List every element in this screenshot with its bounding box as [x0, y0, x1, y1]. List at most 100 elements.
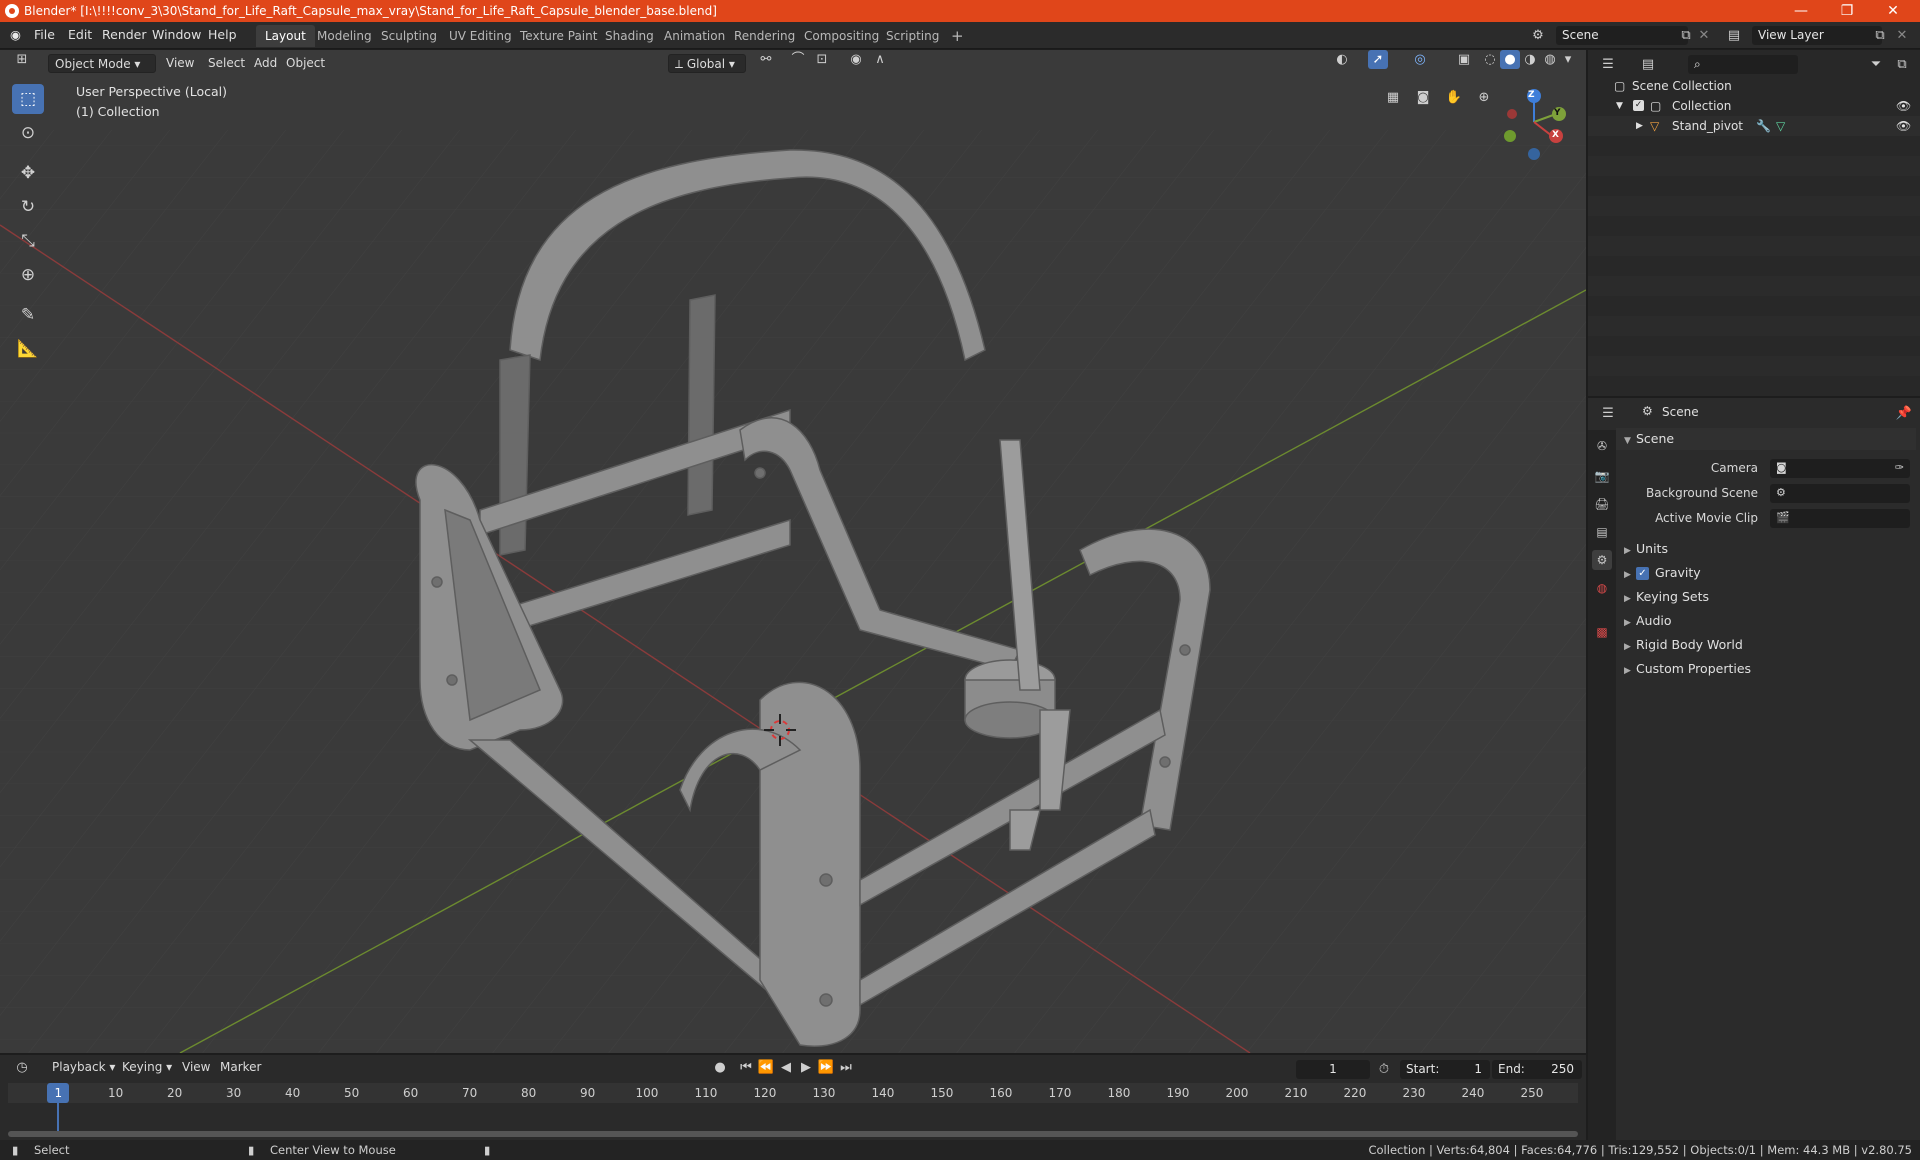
stopwatch-icon[interactable]: ⏱	[1374, 1060, 1394, 1079]
snap-icon[interactable]: ⌒	[788, 50, 808, 69]
playback-menu[interactable]: Playback ▾	[52, 1060, 115, 1074]
jump-end-icon[interactable]: ⏭	[836, 1058, 856, 1077]
tab-compositing[interactable]: Compositing	[795, 25, 888, 47]
properties-editor-type-icon[interactable]: ☰	[1598, 404, 1618, 423]
tab-uv-editing[interactable]: UV Editing	[440, 25, 521, 47]
scene-icon[interactable]: ⚙	[1528, 26, 1548, 45]
outliner-row-collection[interactable]: ▼ ✓ ▢ Collection 👁	[1588, 96, 1920, 116]
restore-button[interactable]: ❐	[1824, 0, 1870, 22]
start-frame-field[interactable]: Start: 1	[1400, 1060, 1490, 1079]
timeline-view-menu[interactable]: View	[182, 1060, 210, 1074]
toggle-camera-view-icon[interactable]: ▦	[1383, 88, 1403, 107]
outliner-editor-type-icon[interactable]: ☰	[1598, 55, 1618, 74]
xray-icon[interactable]: ▣	[1454, 50, 1474, 69]
tab-layout[interactable]: Layout	[256, 25, 315, 47]
keying-sets-panel[interactable]: ▶ Keying Sets	[1616, 586, 1916, 608]
jump-keyframe-forward-icon[interactable]: ⏩	[816, 1058, 836, 1077]
outliner-row-stand-pivot[interactable]: ▶ ▽ Stand_pivot 🔧 ▽ 👁	[1588, 116, 1920, 136]
add-workspace-button[interactable]: +	[942, 25, 973, 47]
world-tab-icon[interactable]: ◍	[1592, 578, 1612, 598]
select-box-tool-icon[interactable]: ⬚	[12, 84, 44, 114]
solid-shading-icon[interactable]: ●	[1500, 50, 1520, 69]
end-frame-field[interactable]: End: 250	[1492, 1060, 1582, 1079]
background-scene-field[interactable]: ⚙	[1770, 484, 1910, 503]
blender-menu-icon[interactable]: ◉	[10, 27, 21, 42]
annotate-tool-icon[interactable]: ✎	[12, 300, 44, 330]
tab-scripting[interactable]: Scripting	[877, 25, 948, 47]
gravity-panel[interactable]: ▶ ✓ Gravity	[1616, 562, 1916, 584]
tab-modeling[interactable]: Modeling	[308, 25, 381, 47]
object-expand-icon[interactable]: ▶	[1636, 116, 1643, 136]
record-icon[interactable]: ●	[710, 1058, 730, 1077]
jump-start-icon[interactable]: ⏮	[736, 1058, 756, 1077]
scale-tool-icon[interactable]: ⤡	[12, 226, 44, 256]
collection-checkbox[interactable]: ✓	[1633, 100, 1644, 111]
jump-keyframe-back-icon[interactable]: ⏪	[756, 1058, 776, 1077]
tool-tab-icon[interactable]: ✇	[1592, 436, 1612, 456]
active-movie-clip-field[interactable]: 🎬	[1770, 509, 1910, 528]
view-layer-tab-icon[interactable]: ▤	[1592, 522, 1612, 542]
menu-view[interactable]: View	[160, 54, 200, 73]
tab-animation[interactable]: Animation	[655, 25, 734, 47]
output-tab-icon[interactable]: 🖨	[1592, 494, 1612, 514]
object-visibility-icon[interactable]: 👁	[1896, 116, 1911, 136]
frame-ruler[interactable]	[8, 1083, 1578, 1103]
visibility-icon[interactable]: ◐	[1332, 50, 1352, 69]
transform-tool-icon[interactable]: ⊕	[12, 260, 44, 290]
shading-options-icon[interactable]: ▾	[1558, 50, 1578, 69]
view-layer-icon[interactable]: ▤	[1724, 26, 1744, 45]
menu-edit[interactable]: Edit	[68, 27, 92, 42]
outliner-search-input[interactable]: ⌕	[1688, 55, 1798, 74]
texture-tab-icon[interactable]: ▩	[1592, 622, 1612, 642]
proportional-edit-icon[interactable]: ◉	[846, 50, 866, 69]
tab-rendering[interactable]: Rendering	[725, 25, 804, 47]
3d-viewport[interactable]: Z Y X User Perspective (Local) (1) Colle…	[0, 50, 1586, 1053]
hand-pan-icon[interactable]: ✋	[1444, 88, 1464, 107]
material-shading-icon[interactable]: ◑	[1520, 50, 1540, 69]
view-layer-selector[interactable]: View Layer	[1752, 26, 1882, 45]
new-collection-icon[interactable]: ⧉	[1892, 55, 1912, 74]
menu-select[interactable]: Select	[202, 54, 251, 73]
rotate-tool-icon[interactable]: ↻	[12, 192, 44, 222]
menu-add[interactable]: Add	[248, 54, 283, 73]
wireframe-shading-icon[interactable]: ◌	[1480, 50, 1500, 69]
delete-scene-icon[interactable]: ✕	[1694, 26, 1714, 45]
move-tool-icon[interactable]: ✥	[12, 158, 44, 188]
measure-tool-icon[interactable]: 📐	[12, 334, 44, 364]
menu-render[interactable]: Render	[102, 27, 147, 42]
current-frame-field[interactable]: 1	[1296, 1060, 1370, 1079]
collection-expand-icon[interactable]: ▼	[1616, 96, 1623, 116]
tab-texture-paint[interactable]: Texture Paint	[511, 25, 606, 47]
cursor-tool-icon[interactable]: ⊙	[12, 118, 44, 148]
render-tab-icon[interactable]: 📷	[1592, 466, 1612, 486]
pin-icon[interactable]: 📌	[1894, 404, 1914, 423]
collection-visibility-icon[interactable]: 👁	[1896, 96, 1911, 116]
display-mode-icon[interactable]: ▤	[1638, 55, 1658, 74]
modifier-icon[interactable]: 🔧	[1756, 116, 1771, 136]
eyedropper-icon[interactable]: ✑	[1895, 461, 1904, 474]
camera-icon[interactable]: ◙	[1413, 88, 1433, 107]
filter-icon[interactable]: ⏷	[1866, 55, 1886, 74]
units-panel[interactable]: ▶ Units	[1616, 538, 1916, 560]
close-button[interactable]: ✕	[1870, 0, 1916, 22]
gizmo-toggle-icon[interactable]: ➚	[1368, 50, 1388, 69]
scene-panel-header[interactable]: ▼ Scene	[1616, 428, 1916, 450]
scene-tab-icon[interactable]: ⚙	[1592, 550, 1612, 570]
gravity-checkbox[interactable]: ✓	[1636, 567, 1649, 580]
minimize-button[interactable]: —	[1778, 0, 1824, 22]
custom-properties-panel[interactable]: ▶ Custom Properties	[1616, 658, 1916, 680]
mesh-data-icon[interactable]: ▽	[1776, 116, 1785, 136]
rendered-shading-icon[interactable]: ◍	[1540, 50, 1560, 69]
object-mode-dropdown[interactable]: Object Mode ▾	[48, 54, 156, 73]
zoom-icon[interactable]: ⊕	[1474, 88, 1494, 107]
timeline-editor-type-icon[interactable]: ◷	[12, 1058, 32, 1077]
editor-type-icon[interactable]: ⊞	[12, 50, 32, 69]
scene-selector[interactable]: Scene	[1556, 26, 1688, 45]
rigid-body-world-panel[interactable]: ▶ Rigid Body World	[1616, 634, 1916, 656]
marker-menu[interactable]: Marker	[220, 1060, 261, 1074]
play-icon[interactable]: ▶	[796, 1058, 816, 1077]
snap-target-icon[interactable]: ⊡	[812, 50, 832, 69]
orientation-dropdown[interactable]: ⟂ Global ▾	[668, 54, 746, 73]
menu-window[interactable]: Window	[152, 27, 201, 42]
play-reverse-icon[interactable]: ◀	[776, 1058, 796, 1077]
